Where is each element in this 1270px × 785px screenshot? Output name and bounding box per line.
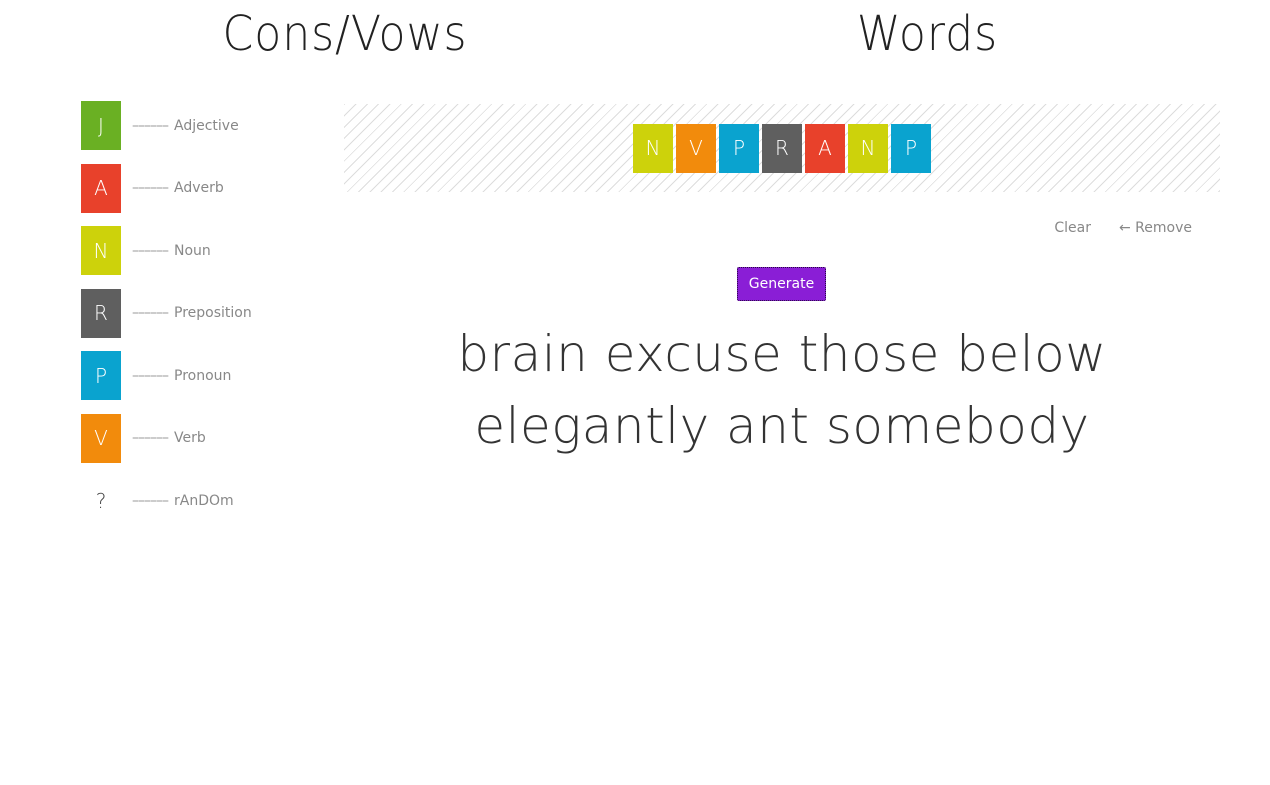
remove-link[interactable]: ← Remove — [1119, 220, 1192, 236]
page: Cons/Vows Words J –––––– Adjective A –––… — [0, 0, 1270, 785]
sequence-actions: Clear ← Remove — [1054, 220, 1192, 236]
sequence-tile[interactable]: N — [633, 123, 673, 173]
sequence-tile[interactable]: A — [805, 123, 845, 173]
legend-dash: –––––– — [132, 180, 169, 197]
legend-dash: –––––– — [132, 117, 169, 134]
legend-dash: –––––– — [132, 367, 169, 384]
cons-vows-heading: Cons/Vows — [222, 6, 468, 62]
generate-button[interactable]: Generate — [737, 267, 826, 301]
sequence-tile[interactable]: P — [891, 123, 931, 173]
word-sequence-dropzone[interactable]: N V P R A N P — [344, 104, 1220, 192]
legend-row-preposition[interactable]: R –––––– Preposition — [81, 288, 321, 338]
sequence-tile[interactable]: V — [676, 123, 716, 173]
sequence-tile[interactable]: P — [719, 123, 759, 173]
legend-row-verb[interactable]: V –––––– Verb — [81, 413, 321, 463]
sequence-tile[interactable]: N — [848, 123, 888, 173]
legend-row-random[interactable]: ? –––––– rAnDOm — [81, 477, 321, 526]
legend-dash: –––––– — [132, 305, 169, 322]
legend-dash: –––––– — [132, 242, 169, 259]
legend-label-pronoun: Pronoun — [174, 367, 232, 384]
noun-tile[interactable]: N — [81, 226, 121, 276]
legend-label-adverb: Adverb — [174, 180, 224, 197]
legend-row-adjective[interactable]: J –––––– Adjective — [81, 101, 321, 150]
legend-row-adverb[interactable]: A –––––– Adverb — [81, 163, 321, 213]
legend-dash: –––––– — [132, 430, 169, 447]
legend-label-verb: Verb — [174, 430, 206, 447]
legend-dash: –––––– — [132, 493, 169, 510]
generated-sentence: brain excuse those below elegantly ant s… — [457, 325, 1107, 455]
pronoun-tile[interactable]: P — [81, 351, 121, 401]
legend-row-noun[interactable]: N –––––– Noun — [81, 226, 321, 276]
random-tile[interactable]: ? — [81, 477, 121, 526]
sequence-tile[interactable]: R — [762, 123, 802, 173]
part-of-speech-legend: J –––––– Adjective A –––––– Adverb N –––… — [81, 101, 321, 539]
legend-label-random: rAnDOm — [174, 493, 234, 510]
legend-row-pronoun[interactable]: P –––––– Pronoun — [81, 351, 321, 401]
adjective-tile[interactable]: J — [81, 101, 121, 150]
legend-label-noun: Noun — [174, 242, 211, 259]
legend-label-preposition: Preposition — [174, 305, 252, 322]
adverb-tile[interactable]: A — [81, 163, 121, 213]
words-heading: Words — [856, 6, 999, 62]
verb-tile[interactable]: V — [81, 413, 121, 463]
word-sequence: N V P R A N P — [633, 123, 931, 173]
preposition-tile[interactable]: R — [81, 288, 121, 338]
clear-link[interactable]: Clear — [1054, 220, 1091, 236]
legend-label-adjective: Adjective — [174, 117, 239, 134]
